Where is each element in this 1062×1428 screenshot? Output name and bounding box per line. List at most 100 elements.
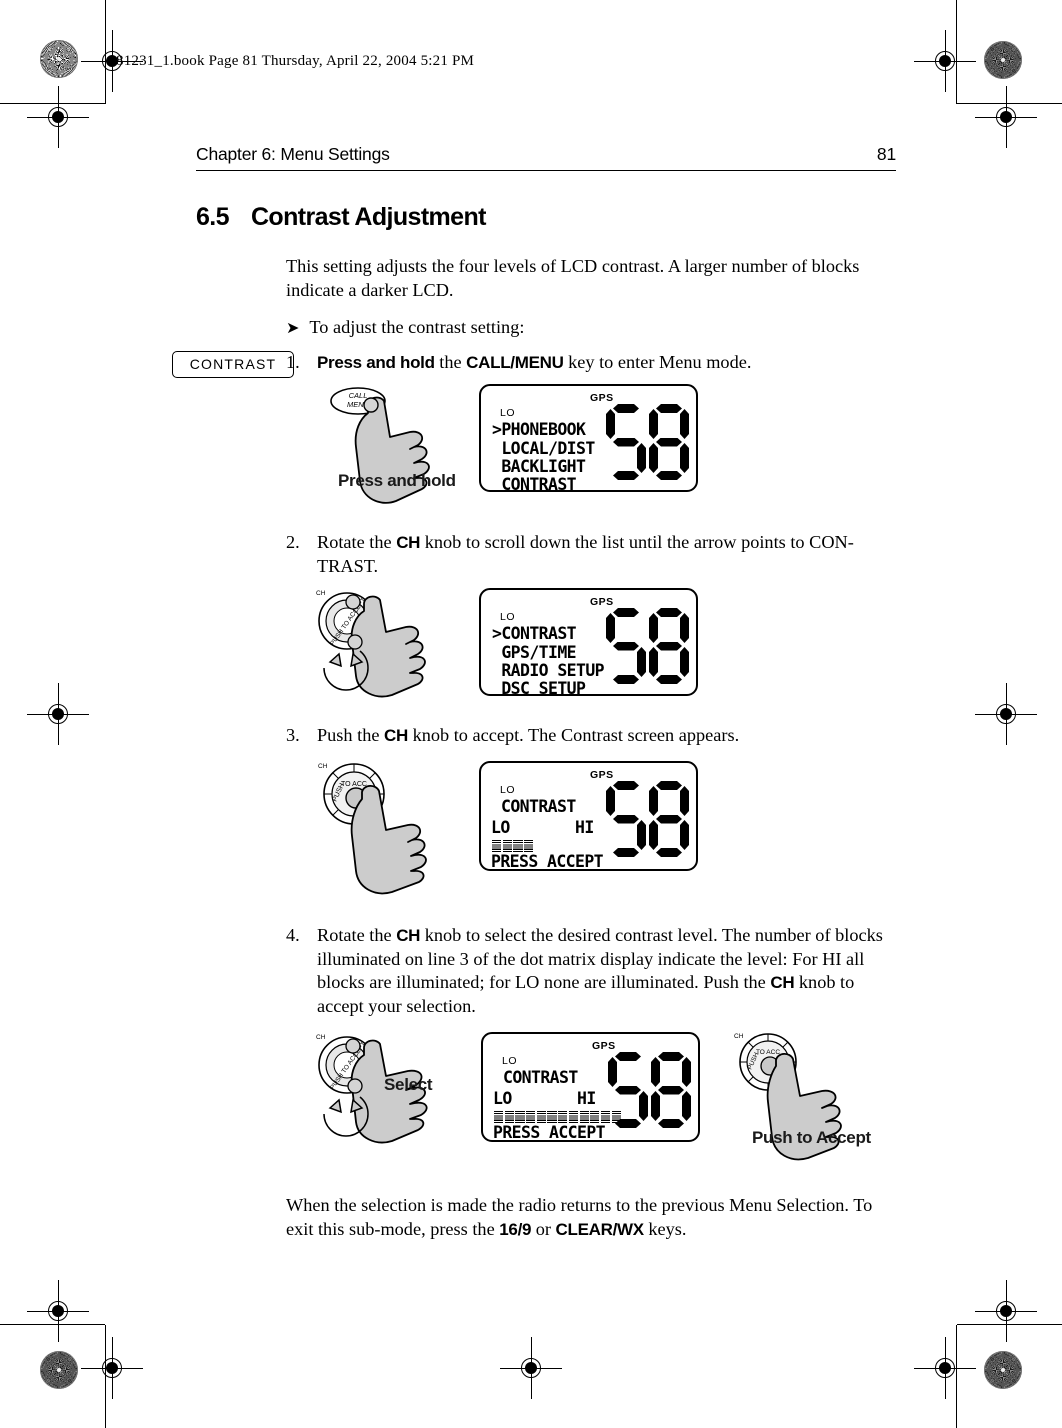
lcd-2-lo-indicator: LO — [500, 611, 516, 623]
registration-rosette-bottom-right — [984, 1351, 1022, 1389]
figure-1-caption: Press and hold — [338, 471, 456, 490]
registration-mark-lower-left — [27, 1280, 89, 1342]
closing-part-1: 16/9 — [499, 1219, 532, 1239]
knob-ch-label-3: CH — [318, 763, 328, 770]
lcd-3-contrast-blocks — [492, 839, 534, 852]
step-1-part-3: key to enter Menu mode. — [563, 352, 752, 372]
registration-rosette-top-left — [40, 40, 78, 78]
lcd-1-channel-digits — [606, 404, 689, 480]
closing-part-2: or — [531, 1218, 556, 1239]
step-4-part-0: Rotate the — [317, 925, 397, 945]
contrast-block — [513, 839, 523, 852]
lcd-3-scale-high: HI — [575, 818, 594, 837]
knob-ch-label: CH — [316, 590, 326, 597]
step-4-part-3: CH — [770, 973, 795, 992]
page-header: Chapter 6: Menu Settings 81 — [196, 144, 896, 171]
lcd-4-scale-low: LO — [493, 1089, 512, 1108]
step-1-text: Press and hold the CALL/MENU key to ente… — [317, 351, 898, 375]
lcd-3-lo-indicator: LO — [500, 784, 516, 796]
step-1-part-2: CALL/MENU — [466, 353, 564, 372]
figure-4-select-knob: CH PUSH TO ACCEPT Select — [312, 1030, 472, 1144]
intro-paragraph-text: This setting adjusts the four levels of … — [286, 256, 860, 300]
step-2: 2. Rotate the CH knob to scroll down the… — [286, 531, 898, 578]
lcd-2-menu-line-4: DSC SETUP — [492, 679, 586, 698]
lcd-4-digit-tens — [608, 1052, 648, 1128]
figure-4-push-accept: CH TO ACC PUSH Push to Accept — [730, 1028, 890, 1161]
lcd-4-gps-indicator: GPS — [592, 1040, 616, 1052]
step-4-number: 4. — [286, 925, 300, 945]
lcd-2-digit-tens — [606, 608, 646, 684]
lcd-2-menu-line-2: GPS/TIME — [492, 643, 577, 662]
svg-text:CALL: CALL — [349, 391, 368, 400]
knob-push-illustration: CH TO ACC PUSH — [318, 763, 427, 895]
lcd-4-title: CONTRAST — [503, 1068, 578, 1087]
contrast-block — [579, 1110, 589, 1123]
registration-mark-upper-left — [27, 86, 89, 148]
lcd-3-gps-indicator: GPS — [590, 769, 614, 781]
closing-paragraph: When the selection is made the radio ret… — [286, 1194, 900, 1241]
lcd-4-lo-indicator: LO — [502, 1055, 518, 1067]
figure-1-hand-callmenu: CALL MENU Press and hold — [314, 385, 479, 505]
contrast-block — [492, 839, 502, 852]
section-number: 6.5 — [196, 203, 230, 231]
registration-mark-lower-right — [975, 1280, 1037, 1342]
step-1: 1. Press and hold the CALL/MENU key to e… — [286, 351, 898, 375]
step-4: 4. Rotate the CH knob to select the desi… — [286, 924, 898, 1018]
knob-ch-label-5: CH — [734, 1033, 744, 1040]
lcd-2-digit-ones — [649, 608, 689, 684]
contrast-key-callout: CONTRAST — [172, 351, 294, 378]
contrast-block — [524, 839, 534, 852]
step-2-part-1: CH — [396, 533, 421, 552]
closing-part-3: CLEAR/WX — [555, 1219, 645, 1239]
knob-rotate-illustration: CH PUSH TO ACCEPT — [316, 590, 426, 698]
intro-paragraph: This setting adjusts the four levels of … — [286, 255, 898, 302]
registration-mark-bottom-center — [500, 1337, 562, 1399]
lcd-3-title: CONTRAST — [501, 797, 576, 816]
lcd-1-menu-line-1: >PHONEBOOK — [492, 420, 586, 439]
bullet-label: To adjust the contrast setting: — [309, 317, 525, 337]
lcd-display-1: GPS LO >PHONEBOOK LOCAL/DIST BACKLIGHT C… — [479, 384, 698, 494]
registration-mark-upper-right — [975, 86, 1037, 148]
step-1-number: 1. — [286, 352, 300, 372]
registration-rosette-bottom-left — [40, 1351, 78, 1389]
registration-mark-middle-right — [975, 683, 1037, 745]
step-4-text: Rotate the CH knob to select the desired… — [317, 924, 898, 1018]
lcd-1-menu-line-4: CONTRAST — [492, 475, 577, 494]
lcd-4-digit-ones — [651, 1052, 691, 1128]
lcd-3-channel-digits — [606, 781, 689, 857]
lcd-1-digit-tens — [606, 404, 646, 480]
step-3-part-2: knob to accept. The Contrast screen appe… — [408, 725, 740, 745]
figure-4-caption-left: Select — [384, 1075, 433, 1094]
lcd-1-menu-line-3: BACKLIGHT — [492, 457, 586, 476]
contrast-block — [536, 1110, 546, 1123]
bullet-to-adjust: ➤ To adjust the contrast setting: — [286, 316, 898, 339]
lcd-3-scale-low: LO — [491, 818, 510, 837]
lcd-2-gps-indicator: GPS — [590, 596, 614, 608]
registration-rosette-top-right — [984, 41, 1022, 79]
lcd-2-menu-line-3: RADIO SETUP — [492, 661, 605, 680]
contrast-block — [515, 1110, 525, 1123]
lcd-4-prompt: PRESS ACCEPT — [493, 1123, 606, 1142]
figure-2-rotate-knob: CH PUSH TO ACCEPT — [312, 586, 477, 698]
knob-ch-label-4: CH — [316, 1034, 326, 1041]
lcd-display-3: GPS LO CONTRAST LO HI PRESS ACCEPT — [479, 761, 698, 871]
registration-mark-bottom-left — [81, 1337, 143, 1399]
document-page: 81231_1.book Page 81 Thursday, April 22,… — [0, 0, 1062, 1428]
lcd-4-contrast-blocks — [494, 1110, 621, 1123]
registration-mark-bottom-right — [914, 1337, 976, 1399]
lcd-2-menu-line-1: >CONTRAST — [492, 624, 577, 643]
lcd-1-lo-indicator: LO — [500, 407, 516, 419]
contrast-block — [504, 1110, 514, 1123]
step-4-part-1: CH — [396, 926, 421, 945]
print-job-line: 81231_1.book Page 81 Thursday, April 22,… — [116, 53, 475, 69]
figure-4-caption-right: Push to Accept — [752, 1128, 871, 1147]
lcd-4-scale-high: HI — [577, 1089, 596, 1108]
lcd-display-4: GPS LO CONTRAST LO HI PRESS ACCEPT — [481, 1032, 700, 1142]
step-3-text: Push the CH knob to accept. The Contrast… — [317, 724, 898, 748]
header-rule — [196, 170, 896, 171]
step-1-part-1: the — [434, 352, 467, 372]
contrast-block — [526, 1110, 536, 1123]
contrast-block — [590, 1110, 600, 1123]
lcd-3-prompt: PRESS ACCEPT — [491, 852, 604, 871]
contrast-block — [494, 1110, 504, 1123]
